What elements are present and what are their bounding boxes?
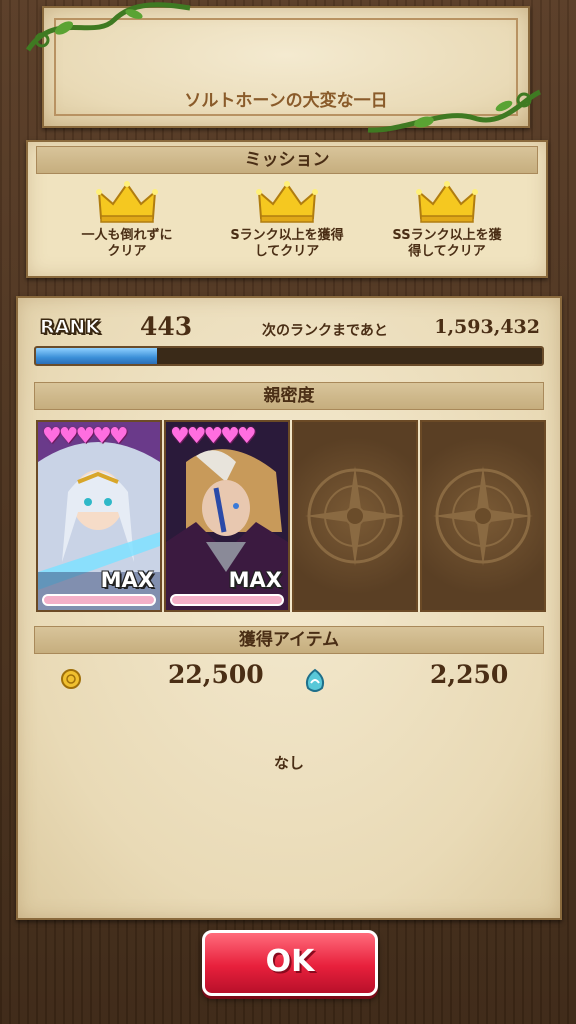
rank-value: 443: [140, 312, 193, 341]
intimacy-hearts: ♥♥♥♥♥: [42, 424, 129, 449]
rank-badge: RANK: [40, 316, 101, 339]
mana-crystal-icon: [305, 668, 325, 692]
vine-decoration-bottom-right: [367, 89, 542, 133]
vine-decoration-top-left: [25, 2, 191, 52]
mission-label: Sランク以上を獲得 してクリア: [230, 228, 344, 259]
crown-icon: [416, 181, 478, 223]
gold-value: 22,500: [168, 660, 264, 689]
mission-item-ss-rank: SSランク以上を獲 得してクリア: [372, 180, 522, 260]
mission-item-s-rank: Sランク以上を獲得 してクリア: [212, 180, 362, 260]
crystal-value: 2,250: [430, 660, 509, 689]
result-panel: RANK 443 次のランクまであと 1,593,432 親密度 ♥♥♥♥♥ M…: [16, 296, 562, 920]
rank-exp-bar: [34, 346, 544, 366]
no-items-label: なし: [273, 754, 304, 772]
rank-exp-fill: [36, 348, 158, 364]
max-label: MAX: [100, 568, 154, 592]
gold-coin-icon: [61, 669, 81, 689]
mission-header: ミッション: [36, 146, 538, 174]
character-card-2[interactable]: ♥♥♥♥♥ MAX: [164, 420, 290, 612]
crown-icon: [256, 181, 318, 223]
ok-button[interactable]: OK: [202, 930, 378, 996]
character-card-1[interactable]: ♥♥♥♥♥ MAX: [36, 420, 162, 612]
next-rank-label: 次のランクまであと: [262, 323, 388, 339]
empty-card-slot-3: [292, 420, 418, 612]
next-rank-value: 1,593,432: [434, 316, 540, 338]
crown-icon: [96, 181, 158, 223]
empty-card-slot-4: [420, 420, 546, 612]
compass-emblem-icon: [433, 466, 533, 566]
intimacy-bar: [42, 594, 156, 606]
mission-item-no-ko: 一人も倒れずに クリア: [52, 180, 202, 260]
compass-emblem-icon: [305, 466, 405, 566]
items-header: 獲得アイテム: [34, 626, 544, 654]
mission-panel: ミッション 一人も倒れずに クリア Sランク以上を獲得 してクリア SSランク以…: [26, 140, 548, 278]
max-label: MAX: [228, 568, 282, 592]
mission-label: 一人も倒れずに クリア: [81, 228, 173, 259]
intimacy-hearts: ♥♥♥♥♥: [170, 424, 257, 449]
intimacy-bar: [170, 594, 284, 606]
intimacy-header: 親密度: [34, 382, 544, 410]
mission-label: SSランク以上を獲 得してクリア: [392, 228, 502, 259]
